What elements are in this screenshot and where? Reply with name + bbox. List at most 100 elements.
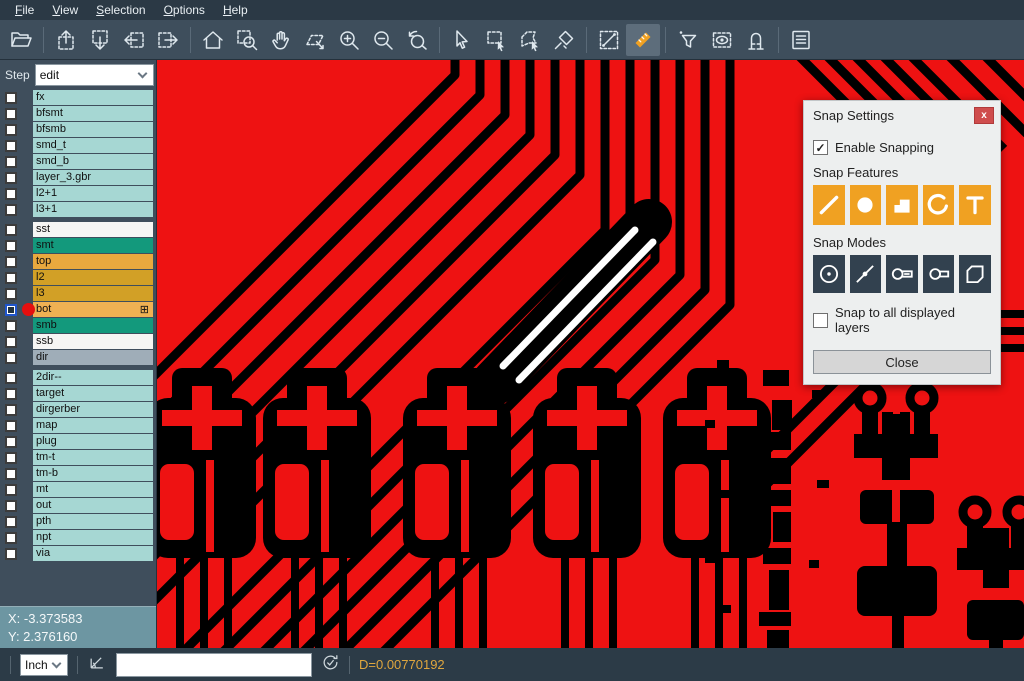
layer-visibility-checkbox[interactable] (5, 240, 17, 252)
layer-row-plug[interactable]: plug (0, 434, 156, 449)
layer-visibility-checkbox[interactable] (5, 420, 17, 432)
layer-visibility-checkbox[interactable] (5, 188, 17, 200)
layer-label[interactable]: dirgerber (33, 402, 153, 417)
tool-pan-button[interactable] (264, 24, 298, 56)
layer-label[interactable]: target (33, 386, 153, 401)
snap-mode-center-button[interactable] (813, 255, 845, 293)
units-select[interactable]: Inch (20, 654, 68, 676)
dialog-close-button[interactable]: Close (813, 350, 991, 374)
layer-visibility-checkbox[interactable] (5, 500, 17, 512)
layer-visibility-checkbox[interactable] (5, 452, 17, 464)
tool-ruler-button[interactable] (626, 24, 660, 56)
tool-select-button[interactable] (445, 24, 479, 56)
layer-row-npt[interactable]: npt (0, 530, 156, 545)
layer-visibility-checkbox[interactable] (5, 436, 17, 448)
menu-selection[interactable]: Selection (87, 1, 154, 19)
layer-row-dirgerber[interactable]: dirgerber (0, 402, 156, 417)
layer-label[interactable]: smt (33, 238, 153, 253)
tool-move-left-button[interactable] (117, 24, 151, 56)
layer-label[interactable]: bfsmt (33, 106, 153, 121)
tool-clear-selection-button[interactable] (547, 24, 581, 56)
layer-row-smd_t[interactable]: smd_t (0, 138, 156, 153)
layer-label[interactable]: tm-t (33, 450, 153, 465)
layer-row-map[interactable]: map (0, 418, 156, 433)
layer-visibility-checkbox[interactable] (5, 532, 17, 544)
layer-row-out[interactable]: out (0, 498, 156, 513)
layer-label[interactable]: fx (33, 90, 153, 105)
layer-row-bot[interactable]: bot⊞ (0, 302, 156, 317)
layer-row-sst[interactable]: sst (0, 222, 156, 237)
layer-visibility-checkbox[interactable] (5, 352, 17, 364)
tool-move-right-button[interactable] (151, 24, 185, 56)
layer-row-l2+1[interactable]: l2+1 (0, 186, 156, 201)
snap-mode-line-point-button[interactable] (850, 255, 882, 293)
layer-row-via[interactable]: via (0, 546, 156, 561)
layer-label[interactable]: l3 (33, 286, 153, 301)
tool-open-folder-button[interactable] (4, 24, 38, 56)
layer-label[interactable]: map (33, 418, 153, 433)
tool-select-rect-button[interactable] (479, 24, 513, 56)
measure-input[interactable] (116, 653, 312, 677)
layer-visibility-checkbox[interactable] (5, 304, 17, 316)
layer-row-mt[interactable]: mt (0, 482, 156, 497)
layer-label[interactable]: smd_b (33, 154, 153, 169)
snap-feature-line-button[interactable] (813, 185, 845, 225)
layer-label[interactable]: l2+1 (33, 186, 153, 201)
layer-row-bfsmb[interactable]: bfsmb (0, 122, 156, 137)
layer-row-pth[interactable]: pth (0, 514, 156, 529)
snap-feature-arc-button[interactable] (923, 185, 955, 225)
menu-file[interactable]: File (6, 1, 43, 19)
layer-visibility-checkbox[interactable] (5, 172, 17, 184)
tool-snap-button[interactable] (739, 24, 773, 56)
layer-row-ssb[interactable]: ssb (0, 334, 156, 349)
layer-label[interactable]: out (33, 498, 153, 513)
layer-row-bfsmt[interactable]: bfsmt (0, 106, 156, 121)
layer-row-2dir--[interactable]: 2dir-- (0, 370, 156, 385)
layer-visibility-checkbox[interactable] (5, 516, 17, 528)
layer-row-top[interactable]: top (0, 254, 156, 269)
layer-label[interactable]: l3+1 (33, 202, 153, 217)
layer-row-tm-t[interactable]: tm-t (0, 450, 156, 465)
layer-visibility-checkbox[interactable] (5, 124, 17, 136)
enable-snapping-checkbox[interactable]: ✓ Enable Snapping (813, 140, 991, 155)
tool-measure-button[interactable] (592, 24, 626, 56)
tool-move-down-button[interactable] (83, 24, 117, 56)
snap-mode-pad-outline-button[interactable] (923, 255, 955, 293)
layer-visibility-checkbox[interactable] (5, 256, 17, 268)
layer-visibility-checkbox[interactable] (5, 156, 17, 168)
layer-label[interactable]: plug (33, 434, 153, 449)
tool-zoom-in-button[interactable] (332, 24, 366, 56)
tool-select-poly-button[interactable] (513, 24, 547, 56)
layer-visibility-checkbox[interactable] (5, 468, 17, 480)
snap-feature-surface-button[interactable] (886, 185, 918, 225)
layer-label[interactable]: dir (33, 350, 153, 365)
layer-label[interactable]: smd_t (33, 138, 153, 153)
tool-move-up-button[interactable] (49, 24, 83, 56)
tool-zoom-window-button[interactable] (230, 24, 264, 56)
snap-feature-text-button[interactable] (959, 185, 991, 225)
layer-label[interactable]: bot⊞ (33, 302, 153, 317)
dialog-close-x-button[interactable]: x (974, 107, 994, 124)
tool-zoom-out-button[interactable] (366, 24, 400, 56)
snap-feature-pad-button[interactable] (850, 185, 882, 225)
layer-row-dir[interactable]: dir (0, 350, 156, 365)
layer-label[interactable]: mt (33, 482, 153, 497)
tool-zoom-previous-button[interactable] (400, 24, 434, 56)
layer-row-layer_3.gbr[interactable]: layer_3.gbr (0, 170, 156, 185)
layer-label[interactable]: pth (33, 514, 153, 529)
layer-label[interactable]: smb (33, 318, 153, 333)
tool-report-button[interactable] (784, 24, 818, 56)
layer-visibility-checkbox[interactable] (5, 108, 17, 120)
layer-row-l2[interactable]: l2 (0, 270, 156, 285)
layer-visibility-checkbox[interactable] (5, 404, 17, 416)
tool-view-box-button[interactable] (705, 24, 739, 56)
menu-options[interactable]: Options (155, 1, 214, 19)
layer-label[interactable]: 2dir-- (33, 370, 153, 385)
dialog-title-bar[interactable]: Snap Settings x (804, 101, 1000, 128)
layer-visibility-checkbox[interactable] (5, 336, 17, 348)
layer-row-smt[interactable]: smt (0, 238, 156, 253)
layer-visibility-checkbox[interactable] (5, 388, 17, 400)
layer-row-smb[interactable]: smb (0, 318, 156, 333)
menu-help[interactable]: Help (214, 1, 257, 19)
tool-zoom-object-button[interactable] (298, 24, 332, 56)
